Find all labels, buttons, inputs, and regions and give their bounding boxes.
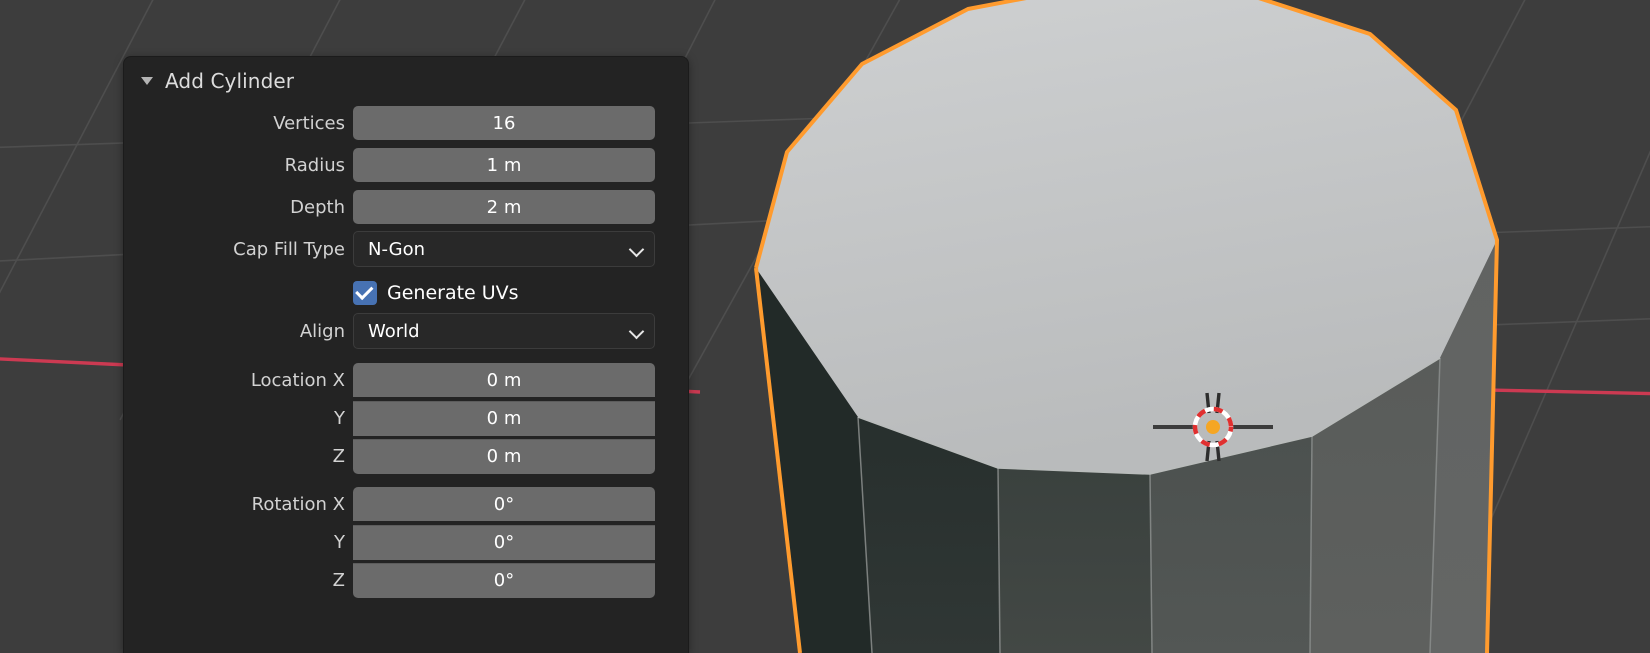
field-row-location-x[interactable]: Location X 0 m bbox=[124, 361, 678, 399]
rotation-y-input[interactable]: 0° bbox=[353, 524, 655, 560]
blender-window: Add Cylinder Vertices 16 Radius 1 m Dept… bbox=[0, 0, 1650, 653]
label-location-z: Z bbox=[332, 445, 345, 467]
cylinder-object[interactable] bbox=[754, 0, 1499, 653]
field-row-location-z[interactable]: Z 0 m bbox=[124, 437, 678, 475]
label-location-x: Location X bbox=[250, 369, 345, 391]
label-rotation-x: Rotation X bbox=[251, 493, 345, 515]
field-row-depth[interactable]: Depth 2 m bbox=[124, 189, 678, 225]
location-vector-group: Location X 0 m Y 0 m Z 0 m bbox=[124, 361, 678, 475]
field-row-vertices[interactable]: Vertices 16 bbox=[124, 105, 678, 141]
panel-title: Add Cylinder bbox=[165, 69, 295, 93]
rotation-x-input[interactable]: 0° bbox=[353, 487, 655, 521]
location-z-input[interactable]: 0 m bbox=[353, 438, 655, 474]
cylinder-side-face bbox=[998, 468, 1152, 653]
label-cap-fill-type: Cap Fill Type bbox=[233, 238, 345, 260]
field-row-location-y[interactable]: Y 0 m bbox=[124, 399, 678, 437]
label-radius: Radius bbox=[284, 154, 345, 176]
field-row-radius[interactable]: Radius 1 m bbox=[124, 147, 678, 183]
location-x-input[interactable]: 0 m bbox=[353, 363, 655, 397]
radius-input[interactable]: 1 m bbox=[353, 148, 655, 182]
label-location-y: Y bbox=[334, 407, 345, 429]
chevron-down-icon bbox=[630, 324, 644, 338]
field-row-rotation-x[interactable]: Rotation X 0° bbox=[124, 485, 678, 523]
panel-header[interactable]: Add Cylinder bbox=[124, 57, 688, 105]
align-value: World bbox=[368, 320, 420, 342]
rotation-z-input[interactable]: 0° bbox=[353, 562, 655, 598]
panel-body: Vertices 16 Radius 1 m Depth 2 m Cap Fil… bbox=[124, 105, 688, 599]
label-vertices: Vertices bbox=[273, 112, 345, 134]
label-generate-uvs: Generate UVs bbox=[387, 282, 519, 304]
chevron-down-icon bbox=[630, 242, 644, 256]
label-align: Align bbox=[299, 320, 345, 342]
label-rotation-y: Y bbox=[334, 531, 345, 553]
field-row-align[interactable]: Align World bbox=[124, 313, 678, 349]
3d-cursor-center bbox=[1206, 420, 1220, 434]
field-row-rotation-z[interactable]: Z 0° bbox=[124, 561, 678, 599]
align-dropdown[interactable]: World bbox=[353, 313, 655, 349]
cap-fill-type-value: N-Gon bbox=[368, 238, 425, 260]
cap-fill-type-dropdown[interactable]: N-Gon bbox=[353, 231, 655, 267]
label-depth: Depth bbox=[290, 196, 345, 218]
generate-uvs-checkbox[interactable] bbox=[353, 281, 377, 305]
vertices-input[interactable]: 16 bbox=[353, 106, 655, 140]
field-row-cap-fill-type[interactable]: Cap Fill Type N-Gon bbox=[124, 231, 678, 267]
redo-panel[interactable]: Add Cylinder Vertices 16 Radius 1 m Dept… bbox=[124, 57, 688, 653]
field-row-rotation-y[interactable]: Y 0° bbox=[124, 523, 678, 561]
label-rotation-z: Z bbox=[332, 569, 345, 591]
check-icon bbox=[355, 281, 374, 301]
location-y-input[interactable]: 0 m bbox=[353, 400, 655, 436]
triangle-down-icon[interactable] bbox=[141, 77, 153, 85]
field-row-generate-uvs[interactable]: Generate UVs bbox=[124, 273, 678, 313]
rotation-vector-group: Rotation X 0° Y 0° Z 0° bbox=[124, 485, 678, 599]
depth-input[interactable]: 2 m bbox=[353, 190, 655, 224]
